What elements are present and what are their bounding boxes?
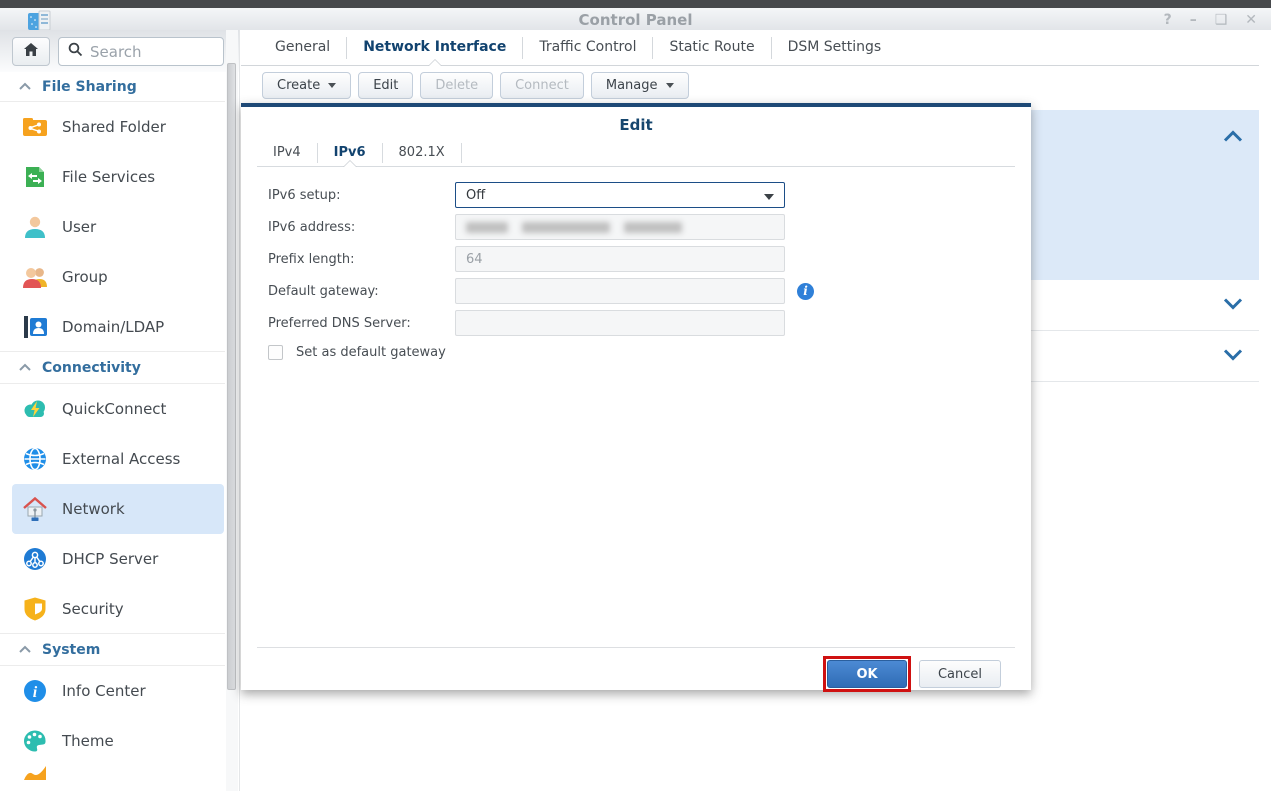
chevron-up-icon [18,645,32,654]
tab-divider [461,143,462,163]
scrollbar-thumb[interactable] [227,63,236,690]
quickconnect-icon [22,396,48,422]
sidebar-item-domain-ldap[interactable]: Domain/LDAP [12,302,224,352]
ipv6-setup-select[interactable]: Off [455,182,785,208]
sidebar-item-quickconnect[interactable]: QuickConnect [12,384,224,434]
main-tabbar: General Network Interface Traffic Contro… [241,30,1259,66]
chevron-up-icon[interactable] [1221,129,1245,148]
sidebar-item-dhcp-server[interactable]: DHCP Server [12,534,224,584]
sidebar-item-group[interactable]: Group [12,252,224,302]
tab-network-interface[interactable]: Network Interface [347,30,522,65]
desktop-taskbar-strip [0,0,1271,8]
toolbar: Create Edit Delete Connect Manage [241,72,689,102]
manage-button[interactable]: Manage [591,72,689,99]
prefix-length-label: Prefix length: [268,252,455,267]
sidebar-item-security[interactable]: Security [12,584,224,634]
shared-folder-icon [22,114,48,140]
sidebar-nav: File Sharing Shared Folder File Services [0,72,225,791]
checkbox-label: Set as default gateway [296,345,446,360]
sidebar-item-shared-folder[interactable]: Shared Folder [12,102,224,152]
maximize-icon[interactable]: ❑ [1215,12,1228,28]
info-icon[interactable]: i [797,283,814,300]
delete-button[interactable]: Delete [420,72,493,99]
dialog-title: Edit [241,116,1031,134]
dropdown-caret-icon [666,83,674,88]
default-gateway-checkbox-row: Set as default gateway [268,345,446,360]
tab-traffic-control[interactable]: Traffic Control [523,30,652,65]
set-default-gateway-checkbox[interactable] [268,345,283,360]
window-titlebar: Control Panel ? – ❑ ✕ [0,8,1271,32]
sidebar-header: Search [0,30,240,72]
dialog-tab-ipv6[interactable]: IPv6 [318,139,382,166]
help-icon[interactable]: ? [1164,12,1172,28]
preferred-dns-label: Preferred DNS Server: [268,316,455,331]
tab-dsm-settings[interactable]: DSM Settings [772,30,898,65]
minimize-icon[interactable]: – [1190,12,1197,28]
sidebar-item-file-services[interactable]: File Services [12,152,224,202]
sidebar-section-file-sharing[interactable]: File Sharing [0,72,225,102]
external-access-icon [22,446,48,472]
redacted-value [466,222,682,233]
sidebar-section-connectivity[interactable]: Connectivity [0,351,225,384]
sidebar-scrollbar[interactable] [226,30,238,791]
svg-text:i: i [33,684,38,701]
sidebar-item-info-center[interactable]: i Info Center [12,666,224,716]
footer-divider [257,647,1015,648]
tab-general[interactable]: General [259,30,346,65]
ipv6-address-label: IPv6 address: [268,220,455,235]
search-icon [68,42,83,61]
sidebar-section-system[interactable]: System [0,633,225,666]
theme-icon [22,728,48,754]
network-icon [22,496,48,522]
chevron-down-icon[interactable] [1221,347,1245,366]
ipv6-address-field [455,214,785,240]
dialog-tab-ipv4[interactable]: IPv4 [257,139,317,166]
ok-button[interactable]: OK [827,660,907,688]
security-icon [22,596,48,622]
partial-icon [22,766,48,782]
create-button[interactable]: Create [262,72,351,99]
window-title: Control Panel [0,8,1271,32]
home-button[interactable] [12,37,50,66]
tab-static-route[interactable]: Static Route [653,30,770,65]
cancel-button[interactable]: Cancel [919,660,1001,688]
search-input[interactable]: Search [58,37,224,66]
connect-button[interactable]: Connect [500,72,584,99]
sidebar-item-user[interactable]: User [12,202,224,252]
dialog-tab-8021x[interactable]: 802.1X [383,139,461,166]
domain-ldap-icon [22,314,48,340]
chevron-up-icon [18,82,32,91]
dialog-tabbar: IPv4 IPv6 802.1X [257,139,1015,167]
search-placeholder: Search [90,43,142,61]
sidebar-item-theme[interactable]: Theme [12,716,224,766]
group-icon [22,264,48,290]
info-center-icon: i [22,678,48,704]
preferred-dns-field [455,310,785,336]
chevron-up-icon [18,363,32,372]
home-icon [23,42,39,61]
edit-dialog: Edit IPv4 IPv6 802.1X IPv6 setup: Off IP… [241,103,1031,690]
ok-button-highlight: OK [823,656,911,692]
ipv6-setup-label: IPv6 setup: [268,188,455,203]
dhcp-server-icon [22,546,48,572]
sidebar-item-partial[interactable] [12,766,225,791]
file-services-icon [22,164,48,190]
edit-button[interactable]: Edit [358,72,413,99]
dropdown-caret-icon [328,83,336,88]
default-gateway-label: Default gateway: [268,284,455,299]
select-caret-icon [764,194,774,200]
sidebar-item-external-access[interactable]: External Access [12,434,224,484]
user-icon [22,214,48,240]
close-icon[interactable]: ✕ [1245,12,1257,28]
prefix-length-field: 64 [455,246,785,272]
sidebar-item-network[interactable]: Network [12,484,224,534]
default-gateway-field [455,278,785,304]
chevron-down-icon[interactable] [1221,296,1245,315]
